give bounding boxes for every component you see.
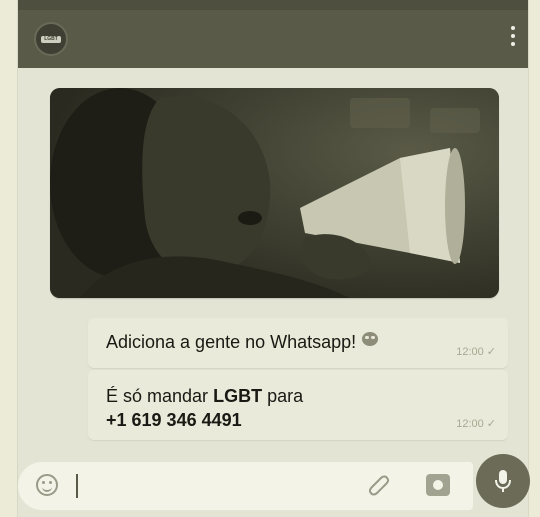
message-text-prefix: É só mandar — [106, 386, 209, 406]
status-bar — [18, 0, 528, 10]
message-text-keyword: LGBT — [213, 386, 263, 406]
message-text-suffix: para — [267, 386, 304, 406]
message-text-content: Adiciona a gente no Whatsapp! — [106, 332, 357, 352]
microphone-button[interactable] — [476, 454, 530, 508]
message-timestamp: 12:00 ✓ — [456, 417, 496, 430]
chat-header: LGBT — [18, 0, 528, 68]
message-text: Adiciona a gente no Whatsapp! — [106, 332, 379, 353]
message-text: É só mandar LGBT para — [106, 386, 303, 407]
chat-window: LGBT Adiciona a gente no Whatsapp! 12:00… — [18, 0, 530, 517]
avatar-badge-text: LGBT — [41, 35, 61, 43]
microphone-icon — [495, 470, 511, 492]
message-bubble[interactable]: É só mandar LGBT para +1 619 346 4491 12… — [88, 370, 508, 440]
photo-megaphone-person — [50, 88, 499, 298]
image-message[interactable] — [50, 88, 499, 298]
message-time: 12:00 — [456, 346, 484, 358]
heart-eyes-emoji-icon — [362, 332, 379, 346]
paperclip-icon[interactable] — [366, 472, 392, 498]
text-cursor — [76, 474, 78, 498]
message-composer[interactable] — [18, 462, 473, 510]
camera-icon[interactable] — [426, 474, 450, 496]
sent-check-icon: ✓ — [486, 346, 496, 358]
message-bubble[interactable]: Adiciona a gente no Whatsapp! 12:00 ✓ — [88, 318, 508, 368]
phone-number: +1 619 346 4491 — [106, 410, 242, 430]
message-timestamp: 12:00 ✓ — [456, 345, 496, 358]
avatar[interactable]: LGBT — [34, 22, 68, 56]
more-vertical-icon[interactable] — [510, 26, 516, 46]
smiley-icon[interactable] — [36, 474, 58, 496]
sent-check-icon: ✓ — [486, 418, 496, 430]
message-time: 12:00 — [456, 418, 484, 430]
